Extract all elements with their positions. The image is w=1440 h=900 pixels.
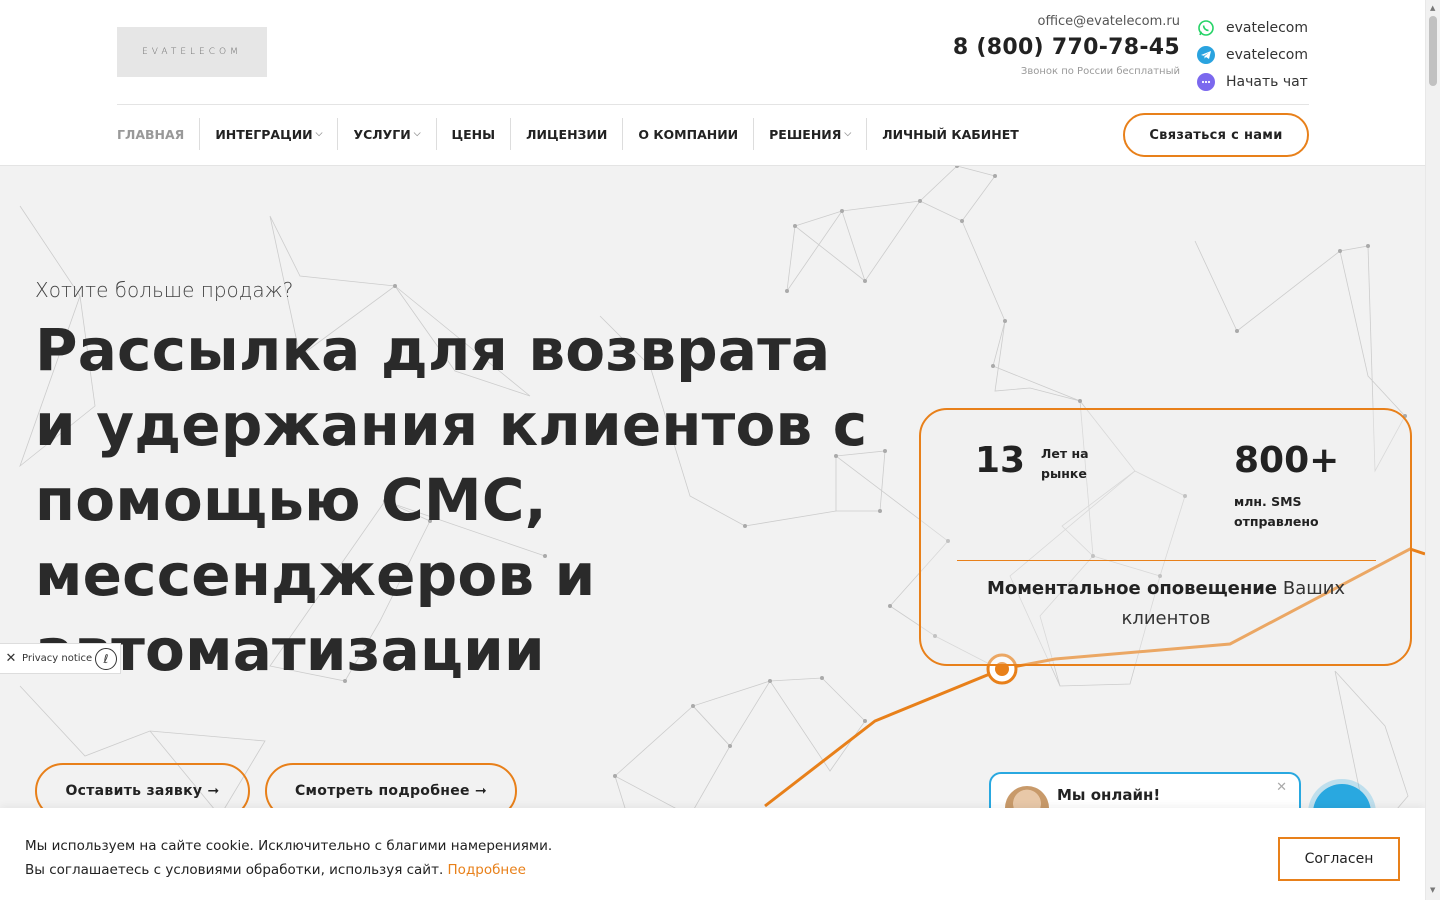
cookie-accept-button[interactable]: Согласен [1278,837,1400,881]
scroll-up-icon[interactable]: ▲ [1430,4,1435,12]
hero-kicker: Хотите больше продаж? [35,278,294,302]
stats-card: 13 Лет на рынке 800+ млн. SMS отправлено М… [919,408,1412,666]
stats-divider [957,560,1376,561]
years-label: Лет на рынке [1041,444,1089,484]
scrollbar[interactable]: ▲ ▼ [1425,0,1440,900]
nav-item-services[interactable]: УСЛУГИ ⌵ [337,118,435,150]
nav-item-licenses[interactable]: ЛИЦЕНЗИИ [510,118,622,150]
chevron-down-icon: ⌵ [315,129,323,139]
nav-item-about[interactable]: О КОМПАНИИ [622,118,753,150]
sms-value: 800+ [1234,440,1340,481]
chat-title: Мы онлайн! [1057,786,1161,804]
start-chat-link[interactable]: Начать чат [1197,68,1327,95]
years-label-line: Лет на [1041,446,1089,461]
privacy-notice: ✕ Privacy notice ℓ [0,643,121,674]
sms-label-line: млн. SMS [1234,494,1302,509]
years-value: 13 [975,440,1026,481]
years-label-line: рынке [1041,466,1087,481]
nav-label: О КОМПАНИИ [638,126,739,142]
cookie-text: Мы используем на сайте cookie. Исключите… [25,838,553,854]
whatsapp-link[interactable]: evatelecom [1197,14,1327,41]
nav-item-integrations[interactable]: ИНТЕГРАЦИИ ⌵ [199,118,337,150]
chevron-down-icon: ⌵ [413,129,421,139]
sms-label: млн. SMS отправлено [1234,492,1319,532]
stats-caption: Моментальное оповещение Ваших клиентов [961,574,1371,634]
email-link[interactable]: office@evatelecom.ru [900,14,1180,29]
chat-icon [1197,72,1215,91]
cookie-text-line: Вы соглашаетесь с условиями обработки, и… [25,862,448,878]
header-divider [117,104,1309,105]
nav-label: ИНТЕГРАЦИИ [215,126,313,142]
nav-label: ЛИЧНЫЙ КАБИНЕТ [882,126,1019,142]
sms-label-line: отправлено [1234,514,1319,529]
contact-us-button[interactable]: Связаться с нами [1123,113,1309,157]
phone-note: Звонок по России бесплатный [1020,66,1180,77]
nav-item-solutions[interactable]: РЕШЕНИЯ ⌵ [753,118,866,150]
cookie-banner: Мы используем на сайте cookie. Исключите… [0,808,1425,900]
whatsapp-label: evatelecom [1226,19,1308,36]
close-icon[interactable]: ✕ [0,651,22,666]
nav-label: РЕШЕНИЯ [769,126,842,142]
nav-label: УСЛУГИ [353,126,411,142]
main-nav: ГЛАВНАЯ ИНТЕГРАЦИИ ⌵ УСЛУГИ ⌵ ЦЕНЫ ЛИЦЕНЗИ… [117,118,1034,150]
telegram-link[interactable]: evatelecom [1197,41,1327,68]
logo[interactable]: EVATELECOM [117,27,267,77]
telegram-label: evatelecom [1226,46,1308,63]
nav-label: ГЛАВНАЯ [117,126,185,142]
chevron-down-icon: ⌵ [844,129,852,139]
privacy-label[interactable]: Privacy notice [22,653,95,664]
start-chat-label: Начать чат [1226,73,1308,90]
nav-label: ЦЕНЫ [451,126,496,142]
scroll-down-icon[interactable]: ▼ [1430,886,1435,894]
nav-item-account[interactable]: ЛИЧНЫЙ КАБИНЕТ [866,118,1034,150]
telegram-icon [1197,45,1215,64]
stats-caption-bold: Моментальное оповещение [986,578,1278,599]
whatsapp-icon [1197,19,1215,37]
nav-label: ЛИЦЕНЗИИ [526,126,608,142]
cookie-more-link[interactable]: Подробнее [448,862,526,878]
cookie-text: Вы соглашаетесь с условиями обработки, и… [25,862,526,878]
site-header: EVATELECOM office@evatelecom.ru 8 (800) … [0,0,1425,165]
scrollbar-thumb[interactable] [1429,16,1437,86]
phone-number[interactable]: 8 (800) 770-78-45 [900,35,1180,60]
nav-item-prices[interactable]: ЦЕНЫ [435,118,511,150]
hero-title: Рассылка для возврата и удержания клиент… [35,316,868,684]
messengers: evatelecom evatelecom Начать чат [1197,14,1327,95]
privacy-icon[interactable]: ℓ [95,647,117,670]
logo-text: EVATELECOM [142,47,242,57]
nav-item-home[interactable]: ГЛАВНАЯ [117,118,199,150]
close-icon[interactable]: ✕ [1276,780,1287,795]
contacts: office@evatelecom.ru 8 (800) 770-78-45 З… [900,14,1180,77]
